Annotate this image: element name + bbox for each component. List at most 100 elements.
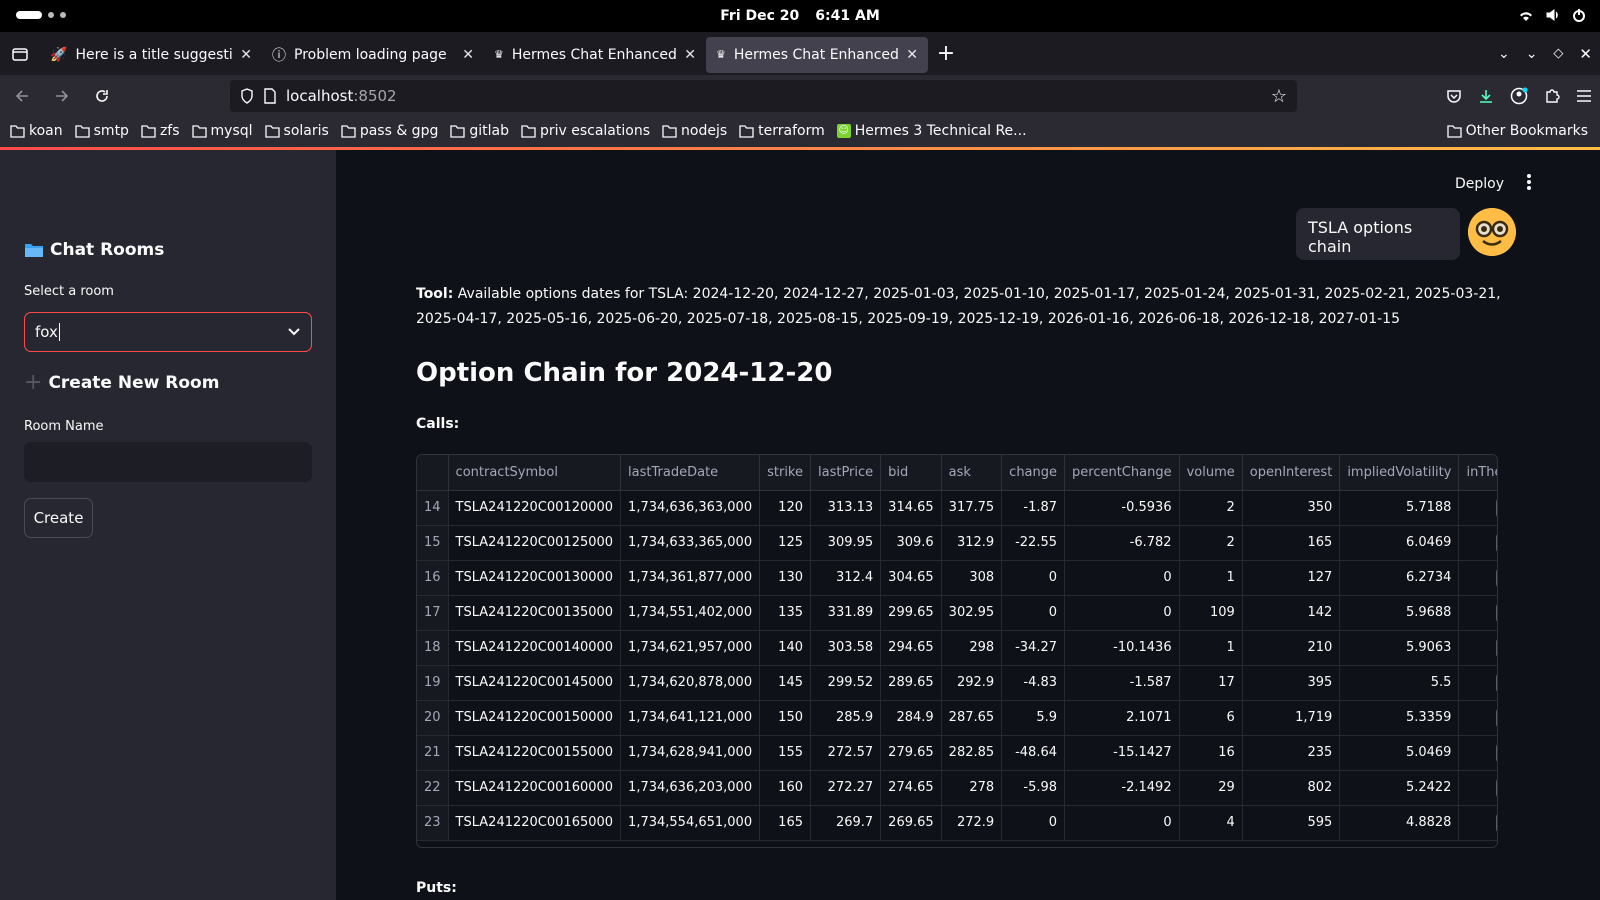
table-cell[interactable]: ✓: [1458, 525, 1497, 561]
table-cell[interactable]: 109: [1179, 595, 1243, 631]
column-header[interactable]: [417, 455, 449, 491]
table-cell[interactable]: 1,734,636,363,000: [620, 490, 761, 526]
table-cell[interactable]: 1,734,361,877,000: [620, 560, 761, 596]
table-cell[interactable]: 0: [1064, 595, 1180, 631]
firefox-view-button[interactable]: [0, 32, 40, 75]
forward-button[interactable]: [44, 80, 80, 112]
table-cell[interactable]: 287.65: [941, 700, 1003, 736]
window-close-icon[interactable]: ✕: [1579, 45, 1592, 63]
tab-hermes-chat[interactable]: ♛ Hermes Chat Enhanced ✕: [484, 37, 706, 73]
table-cell[interactable]: 2.1071: [1064, 700, 1180, 736]
table-row[interactable]: 18 TSLA241220C00140000 1,734,621,957,000 14…: [417, 630, 1497, 666]
table-cell[interactable]: 278: [941, 770, 1003, 806]
table-cell[interactable]: ✓: [1458, 735, 1497, 771]
table-cell[interactable]: 120: [759, 490, 811, 526]
table-cell[interactable]: 294.65: [880, 630, 942, 666]
table-cell[interactable]: 303.58: [810, 630, 882, 666]
back-button[interactable]: [4, 80, 40, 112]
table-cell[interactable]: -2.1492: [1064, 770, 1180, 806]
table-cell[interactable]: 292.9: [941, 665, 1003, 701]
table-cell[interactable]: 0: [1064, 805, 1180, 841]
table-row[interactable]: 14 TSLA241220C00120000 1,734,636,363,000 12…: [417, 490, 1497, 526]
column-header[interactable]: percentChange: [1064, 455, 1180, 491]
table-cell[interactable]: 309.6: [880, 525, 942, 561]
table-cell[interactable]: -10.1436: [1064, 630, 1180, 666]
bookmark-star-icon[interactable]: ☆: [1271, 86, 1287, 107]
table-cell[interactable]: TSLA241220C00125000: [448, 525, 622, 561]
table-cell[interactable]: TSLA241220C00140000: [448, 630, 622, 666]
table-cell[interactable]: 5.9063: [1339, 630, 1460, 666]
table-cell[interactable]: 313.13: [810, 490, 882, 526]
pocket-icon[interactable]: [1446, 88, 1462, 104]
table-cell[interactable]: 1,734,620,878,000: [620, 665, 761, 701]
table-cell[interactable]: 4: [1179, 805, 1243, 841]
table-cell[interactable]: 272.27: [810, 770, 882, 806]
table-cell[interactable]: 1: [1179, 630, 1243, 666]
table-cell[interactable]: TSLA241220C00135000: [448, 595, 622, 631]
table-cell[interactable]: 0: [1001, 595, 1066, 631]
table-cell[interactable]: ✓: [1458, 665, 1497, 701]
table-cell[interactable]: 5.9688: [1339, 595, 1460, 631]
table-cell[interactable]: ✓: [1458, 630, 1497, 666]
table-cell[interactable]: 350: [1242, 490, 1341, 526]
table-cell[interactable]: 0: [1001, 560, 1066, 596]
table-cell[interactable]: 1,734,641,121,000: [620, 700, 761, 736]
table-cell[interactable]: 155: [759, 735, 811, 771]
table-cell[interactable]: 304.65: [880, 560, 942, 596]
table-cell[interactable]: ✓: [1458, 805, 1497, 841]
url-bar[interactable]: localhost:8502 ☆: [230, 80, 1297, 112]
extensions-puzzle-icon[interactable]: [1544, 88, 1560, 104]
column-header[interactable]: bid: [880, 455, 942, 491]
system-tray[interactable]: [1518, 8, 1586, 22]
table-cell[interactable]: -5.98: [1001, 770, 1066, 806]
bookmark-item[interactable]: pass & gpg: [341, 123, 438, 139]
downloads-icon[interactable]: [1478, 88, 1494, 104]
hamburger-menu-icon[interactable]: [1576, 89, 1592, 103]
table-row[interactable]: 22 TSLA241220C00160000 1,734,636,203,000 16…: [417, 770, 1497, 806]
table-cell[interactable]: 145: [759, 665, 811, 701]
table-cell[interactable]: 165: [1242, 525, 1341, 561]
table-cell[interactable]: 4.8828: [1339, 805, 1460, 841]
table-cell[interactable]: 1,734,554,651,000: [620, 805, 761, 841]
table-cell[interactable]: 127: [1242, 560, 1341, 596]
table-cell[interactable]: 1,734,628,941,000: [620, 735, 761, 771]
table-cell[interactable]: 20: [417, 700, 449, 736]
table-cell[interactable]: 235: [1242, 735, 1341, 771]
table-cell[interactable]: 1,734,636,203,000: [620, 770, 761, 806]
column-header[interactable]: lastPrice: [810, 455, 882, 491]
close-icon[interactable]: ✕: [462, 47, 474, 63]
main-menu-kebab-icon[interactable]: [1522, 172, 1536, 192]
table-cell[interactable]: -1.87: [1001, 490, 1066, 526]
bookmark-item[interactable]: nodejs: [662, 123, 727, 139]
table-cell[interactable]: 125: [759, 525, 811, 561]
table-cell[interactable]: -1.587: [1064, 665, 1180, 701]
table-cell[interactable]: 17: [1179, 665, 1243, 701]
table-cell[interactable]: 142: [1242, 595, 1341, 631]
new-tab-button[interactable]: +: [928, 36, 964, 72]
table-row[interactable]: 23 TSLA241220C00165000 1,734,554,651,000 16…: [417, 805, 1497, 841]
table-cell[interactable]: 135: [759, 595, 811, 631]
table-cell[interactable]: ✓: [1458, 560, 1497, 596]
table-cell[interactable]: 289.65: [880, 665, 942, 701]
table-cell[interactable]: 18: [417, 630, 449, 666]
workspace-indicator[interactable]: [16, 11, 66, 19]
table-cell[interactable]: 150: [759, 700, 811, 736]
table-cell[interactable]: 5.9: [1001, 700, 1066, 736]
table-row[interactable]: 15 TSLA241220C00125000 1,734,633,365,000 12…: [417, 525, 1497, 561]
table-cell[interactable]: 0: [1001, 805, 1066, 841]
table-cell[interactable]: 285.9: [810, 700, 882, 736]
table-cell[interactable]: ✓: [1458, 490, 1497, 526]
table-cell[interactable]: ✓: [1458, 770, 1497, 806]
column-header[interactable]: volume: [1179, 455, 1243, 491]
table-cell[interactable]: 308: [941, 560, 1003, 596]
table-row[interactable]: 21 TSLA241220C00155000 1,734,628,941,000 15…: [417, 735, 1497, 771]
table-cell[interactable]: 282.85: [941, 735, 1003, 771]
table-cell[interactable]: 314.65: [880, 490, 942, 526]
column-header[interactable]: ask: [941, 455, 1003, 491]
table-cell[interactable]: TSLA241220C00145000: [448, 665, 622, 701]
bookmark-item[interactable]: ☺ Hermes 3 Technical Re...: [836, 123, 1027, 139]
table-cell[interactable]: 130: [759, 560, 811, 596]
table-row[interactable]: 20 TSLA241220C00150000 1,734,641,121,000 15…: [417, 700, 1497, 736]
table-cell[interactable]: 274.65: [880, 770, 942, 806]
table-cell[interactable]: 317.75: [941, 490, 1003, 526]
